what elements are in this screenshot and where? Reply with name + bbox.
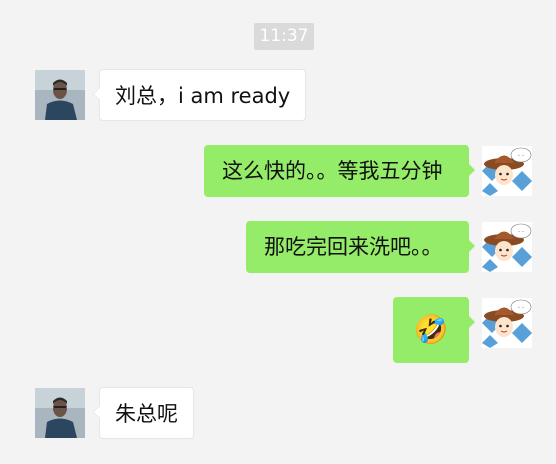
cowboy-cartoon-avatar[interactable]: ·· ·· <box>482 298 532 348</box>
timestamp: 11:37 <box>254 23 314 50</box>
message-bubble-outgoing[interactable]: 这么快的。。等我五分钟 <box>204 145 475 197</box>
chat-window: 11:37 刘总，i am ready 这么快的。。等我五分钟 ·· ·· 那吃… <box>0 0 556 464</box>
svg-text:·· ··: ·· ·· <box>518 229 524 234</box>
emoji-message-bubble[interactable]: 🤣 <box>393 297 475 363</box>
person-photo-avatar[interactable] <box>35 388 85 438</box>
svg-text:·· ··: ·· ·· <box>518 305 524 310</box>
cowboy-cartoon-avatar[interactable]: ·· ·· <box>482 222 532 272</box>
message-bubble-outgoing[interactable]: 那吃完回来洗吧。。 <box>246 221 475 273</box>
message-bubble-incoming[interactable]: 刘总，i am ready <box>92 69 307 121</box>
message-bubble-incoming[interactable]: 朱总呢 <box>93 387 194 439</box>
svg-text:·· ··: ·· ·· <box>518 153 524 158</box>
cowboy-cartoon-avatar[interactable]: ·· ·· <box>482 146 532 196</box>
person-photo-avatar[interactable] <box>35 70 85 120</box>
